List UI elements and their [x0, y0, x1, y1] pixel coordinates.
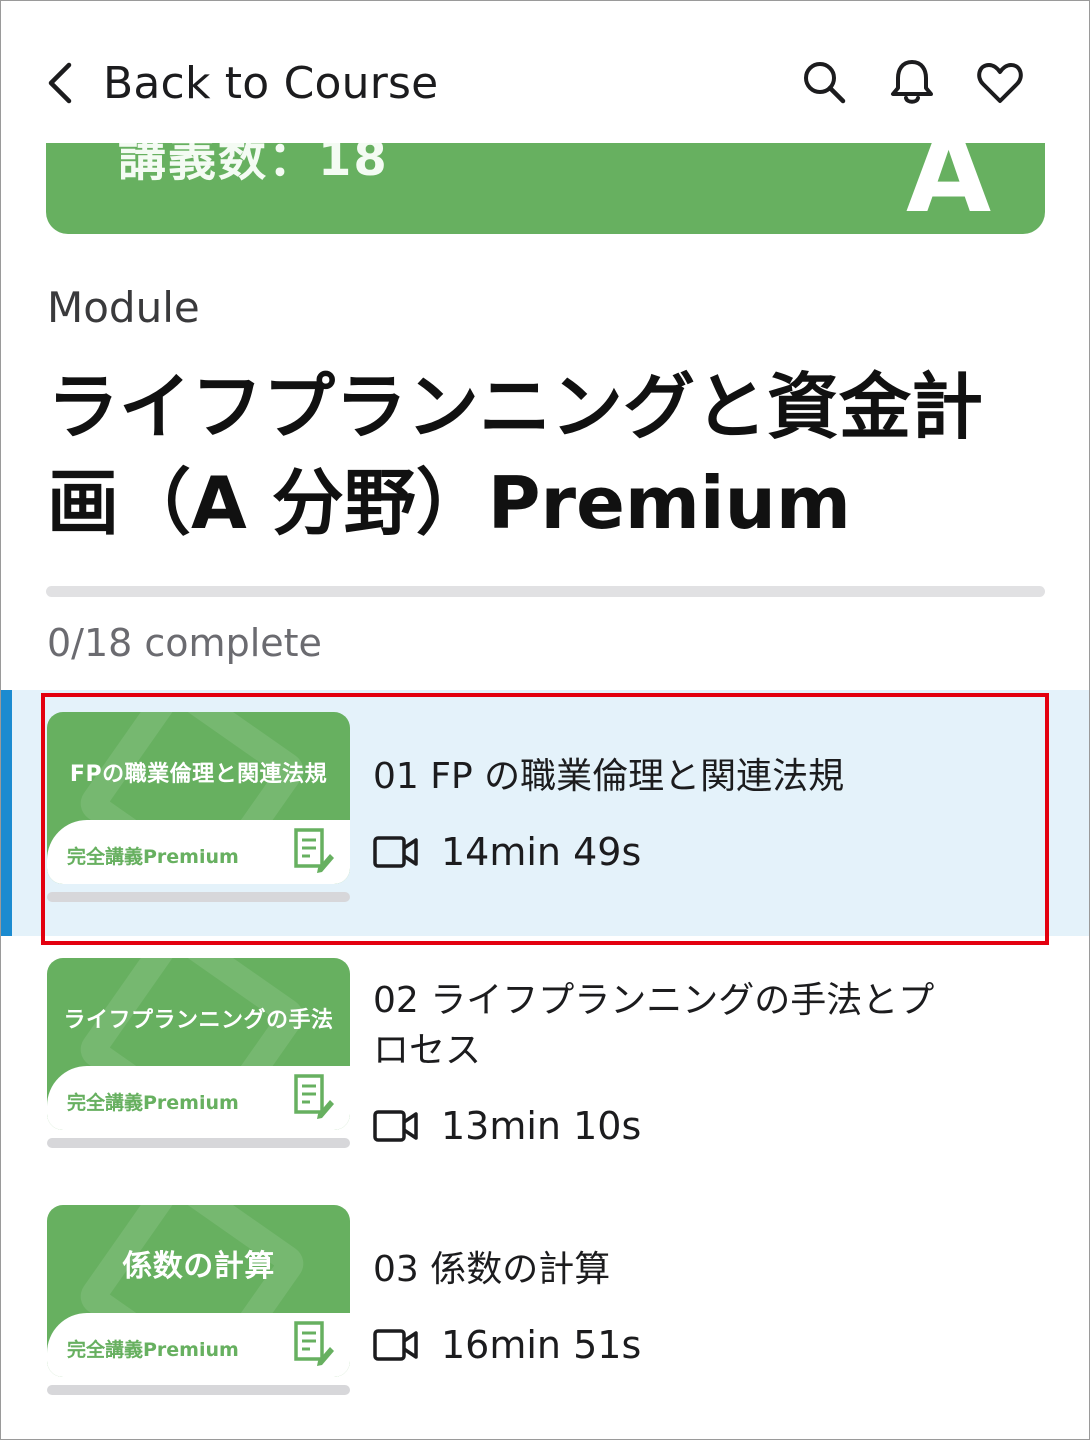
thumbnail-card: 完全講義Premium: [47, 1066, 350, 1130]
bell-icon: [891, 60, 933, 104]
module-title: ライフプランニングと資金計画（A 分野）Premium: [47, 365, 984, 545]
banner-lecture-count: 講義数：18: [118, 143, 389, 187]
lesson-thumbnail: FPの職業倫理と関連法規 完全講義Premium: [47, 712, 350, 884]
active-indicator: [1, 690, 12, 936]
module-label: Module: [47, 283, 200, 332]
lesson-thumbnail: ライフプランニングの手法 完全講義Premium: [47, 958, 350, 1130]
lesson-progress-bar: [47, 1138, 350, 1148]
document-edit-icon: [294, 828, 334, 873]
favorite-button[interactable]: [975, 57, 1025, 107]
back-to-course-button[interactable]: Back to Course: [41, 53, 438, 113]
lesson-duration: 13min 10s: [441, 1104, 642, 1148]
lesson-title: 02 ライフプランニングの手法とプロセス: [373, 980, 935, 1071]
top-nav-bar: Back to Course: [1, 1, 1089, 143]
search-icon: [804, 62, 846, 104]
video-camera-icon: [373, 836, 418, 868]
chevron-left-icon: [48, 62, 72, 104]
heart-icon: [977, 63, 1023, 103]
lesson-meta: 16min 51s: [373, 1323, 641, 1367]
back-to-course-label: Back to Course: [103, 57, 439, 109]
app-screen: Back to Course 講義数：18 A Module ライフプランニング…: [0, 0, 1090, 1440]
lesson-title: 03 係数の計算: [373, 1249, 611, 1290]
thumbnail-title: FPの職業倫理と関連法規: [69, 762, 328, 787]
thumbnail-subtitle: 完全講義Premium: [67, 1092, 239, 1114]
lesson-progress-bar: [47, 1385, 350, 1395]
lesson-duration: 16min 51s: [441, 1323, 642, 1367]
lesson-meta: 14min 49s: [373, 830, 641, 874]
notifications-button[interactable]: [887, 57, 937, 107]
thumbnail-card: 完全講義Premium: [47, 820, 350, 884]
video-camera-icon: [373, 1110, 418, 1142]
thumbnail-card: 完全講義Premium: [47, 1313, 350, 1377]
lesson-item-01[interactable]: FPの職業倫理と関連法規 完全講義Premium 01 FP の職業倫理と関連法…: [1, 690, 1089, 936]
thumbnail-subtitle: 完全講義Premium: [67, 846, 239, 868]
thumbnail-subtitle: 完全講義Premium: [67, 1339, 239, 1361]
lesson-meta: 13min 10s: [373, 1104, 641, 1148]
lesson-item-03[interactable]: 係数の計算 完全講義Premium 03 係数の計算 16min 51s: [1, 1183, 1089, 1429]
search-button[interactable]: [799, 57, 849, 107]
progress-text: 0/18 complete: [47, 621, 322, 665]
lesson-thumbnail: 係数の計算 完全講義Premium: [47, 1205, 350, 1377]
document-edit-icon: [294, 1321, 334, 1366]
banner-category-letter: A: [906, 143, 992, 234]
lesson-duration: 14min 49s: [441, 830, 642, 874]
lesson-progress-bar: [47, 892, 350, 902]
course-banner: 講義数：18 A: [46, 143, 1045, 234]
lesson-item-02[interactable]: ライフプランニングの手法 完全講義Premium 02 ライフプランニングの手法…: [1, 936, 1089, 1182]
thumbnail-title: ライフプランニングの手法: [63, 1008, 334, 1033]
document-edit-icon: [294, 1074, 334, 1119]
video-camera-icon: [373, 1329, 418, 1361]
thumbnail-title: 係数の計算: [122, 1249, 275, 1284]
module-progress-bar: [46, 586, 1045, 597]
lesson-title: 01 FP の職業倫理と関連法規: [373, 756, 845, 797]
